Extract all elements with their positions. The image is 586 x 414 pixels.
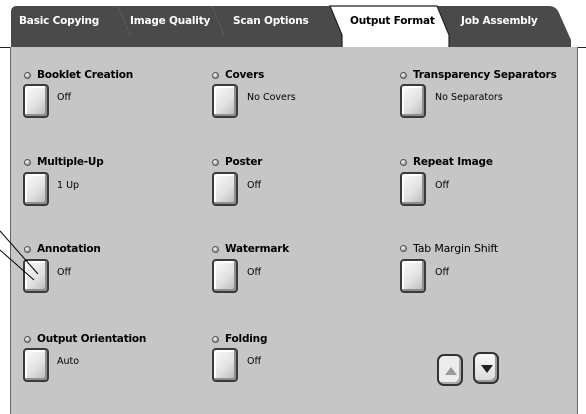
scroll-up-button[interactable] — [437, 354, 463, 386]
output-orientation-value: Auto — [57, 356, 80, 367]
covers-title: Covers — [212, 69, 264, 81]
scroll-down-button[interactable] — [473, 352, 499, 384]
status-led-icon — [212, 245, 219, 253]
covers-label: Covers — [225, 69, 265, 81]
watermark-title: Watermark — [212, 243, 289, 255]
repeat-image-button[interactable] — [400, 172, 426, 206]
output-orientation-button[interactable] — [23, 348, 49, 382]
poster-value: Off — [247, 180, 262, 191]
covers-button[interactable] — [212, 84, 238, 118]
tab-margin-shift-title: Tab Margin Shift — [400, 242, 498, 255]
transparency-separators-value: No Separators — [435, 92, 503, 103]
folding-label: Folding — [225, 333, 268, 345]
tab-margin-shift-value: Off — [435, 267, 450, 278]
status-led-icon — [400, 158, 407, 166]
tab-margin-shift-label: Tab Margin Shift — [413, 242, 498, 255]
repeat-image-value: Off — [435, 180, 450, 191]
watermark-label: Watermark — [225, 243, 289, 255]
tab-bar: Basic Copying Image Quality Scan Options… — [0, 0, 586, 48]
output-orientation-label: Output Orientation — [37, 333, 147, 345]
watermark-value: Off — [247, 267, 262, 278]
status-led-icon — [24, 335, 31, 343]
tab-job-assembly[interactable]: Job Assembly — [461, 15, 538, 27]
folding-value: Off — [247, 356, 262, 367]
folding-button[interactable] — [212, 348, 238, 382]
watermark-button[interactable] — [212, 259, 238, 293]
tab-margin-shift-button[interactable] — [400, 259, 426, 293]
tab-image-quality[interactable]: Image Quality — [130, 15, 210, 27]
triangle-up-icon — [445, 367, 457, 375]
status-led-icon — [400, 245, 407, 252]
tab-scan-options[interactable]: Scan Options — [233, 15, 309, 27]
poster-label: Poster — [225, 156, 263, 168]
multiple-up-value: 1 Up — [57, 180, 80, 191]
status-led-icon — [212, 335, 219, 343]
repeat-image-title: Repeat Image — [400, 156, 493, 168]
output-orientation-title: Output Orientation — [24, 333, 146, 345]
transparency-separators-button[interactable] — [400, 84, 426, 118]
callout-pointer-lines — [0, 230, 39, 281]
chevron-down-icon — [481, 365, 493, 373]
poster-title: Poster — [212, 156, 262, 168]
status-led-icon — [212, 158, 219, 166]
transparency-separators-label: Transparency Separators — [413, 69, 557, 81]
folding-title: Folding — [212, 333, 267, 345]
status-led-icon — [400, 71, 407, 79]
repeat-image-label: Repeat Image — [413, 156, 493, 168]
covers-value: No Covers — [247, 92, 296, 103]
status-led-icon — [212, 71, 219, 79]
tab-output-format[interactable]: Output Format — [350, 15, 435, 27]
poster-button[interactable] — [212, 172, 238, 206]
transparency-separators-title: Transparency Separators — [400, 69, 557, 81]
